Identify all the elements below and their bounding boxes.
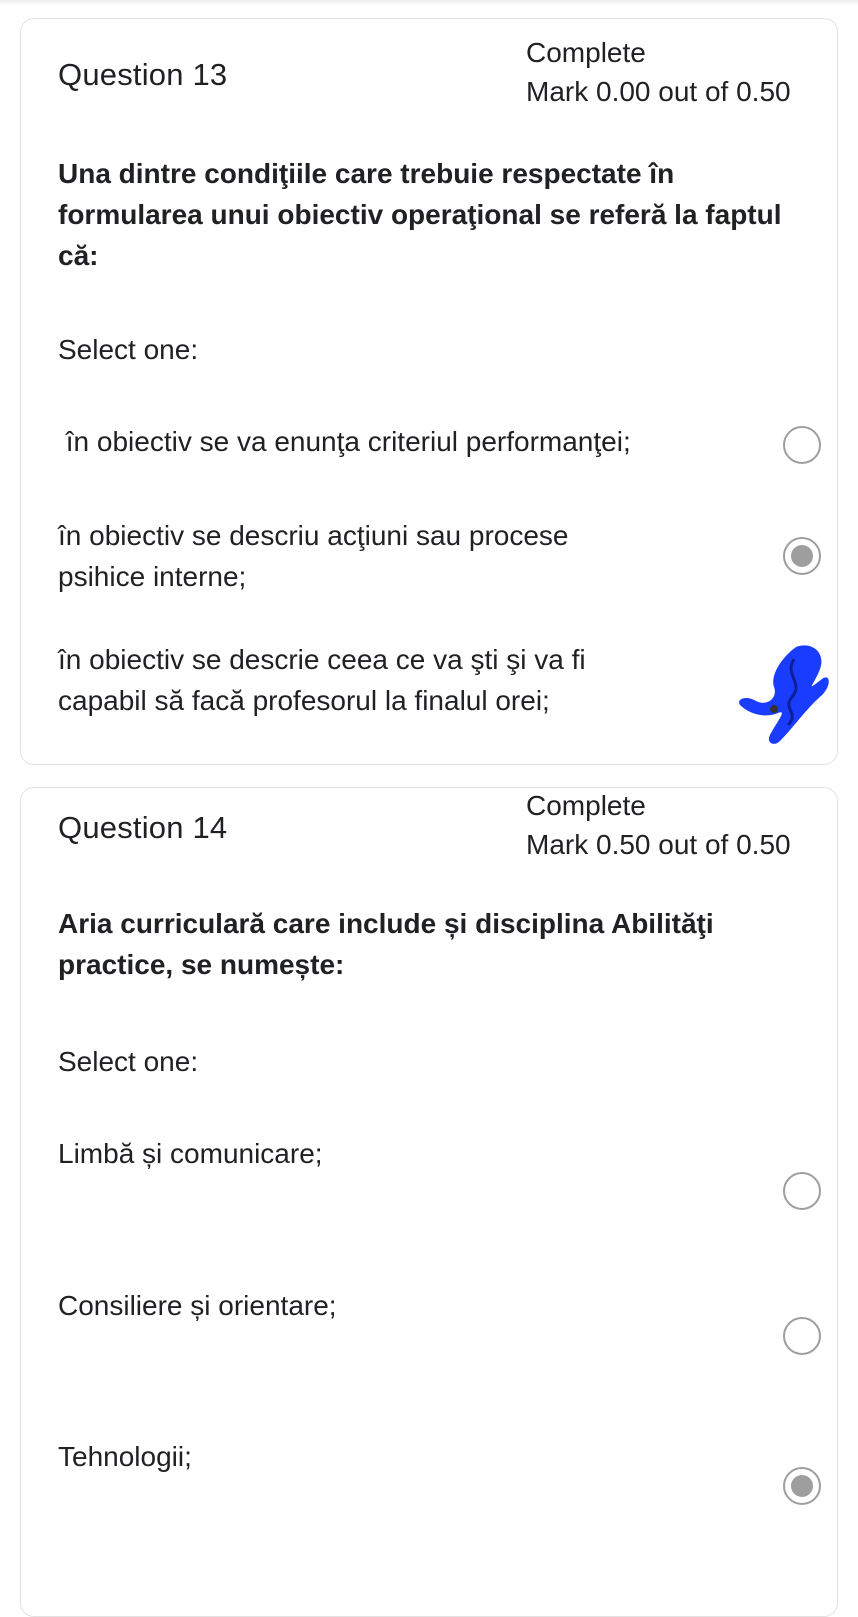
question-mark: Mark 0.50 out of 0.50 (526, 829, 791, 860)
question-title: Question 13 (58, 57, 228, 92)
answer-option[interactable]: Consiliere și orientare; (58, 1285, 821, 1365)
radio-button[interactable] (783, 426, 821, 464)
answer-option-label: în obiectiv se descriu acţiuni sau proce… (58, 520, 569, 592)
answer-option[interactable]: Limbă și comunicare; (58, 1133, 821, 1223)
answer-option-label: Limbă și comunicare; (58, 1138, 323, 1169)
radio-button-selected[interactable] (783, 537, 821, 575)
select-one-label: Select one: (58, 1046, 199, 1077)
question-card-13: Question 13 Complete Mark 0.00 out of 0.… (20, 18, 838, 765)
question-mark: Mark 0.00 out of 0.50 (526, 76, 791, 107)
top-divider (0, 0, 858, 6)
radio-button[interactable] (783, 1172, 821, 1210)
answer-option-label: în obiectiv se descrie ceea ce va şti şi… (58, 644, 586, 716)
radio-button[interactable] (783, 1317, 821, 1355)
answer-option[interactable]: în obiectiv se descrie ceea ce va şti şi… (58, 639, 818, 729)
answer-option-label: în obiectiv se va enunţa criteriul perfo… (58, 426, 631, 457)
radio-button-selected[interactable] (783, 1467, 821, 1505)
question-state: Complete (526, 37, 646, 68)
answer-option-label: Tehnologii; (58, 1441, 192, 1472)
question-text: Una dintre condiţiile care trebuie respe… (58, 158, 782, 271)
answer-option-label: Consiliere și orientare; (58, 1290, 337, 1321)
answer-option[interactable]: în obiectiv se va enunţa criteriul perfo… (58, 421, 821, 471)
question-text: Aria curriculară care include și discipl… (58, 908, 714, 980)
answer-option[interactable]: Tehnologii; (58, 1436, 821, 1516)
answer-option[interactable]: în obiectiv se descriu acţiuni sau proce… (58, 515, 821, 605)
question-title: Question 14 (58, 810, 228, 845)
question-state: Complete (526, 790, 646, 821)
select-one-label: Select one: (58, 334, 199, 365)
blue-scribble-annotation (739, 645, 829, 744)
question-card-14: Question 14 Complete Mark 0.50 out of 0.… (20, 787, 838, 1617)
